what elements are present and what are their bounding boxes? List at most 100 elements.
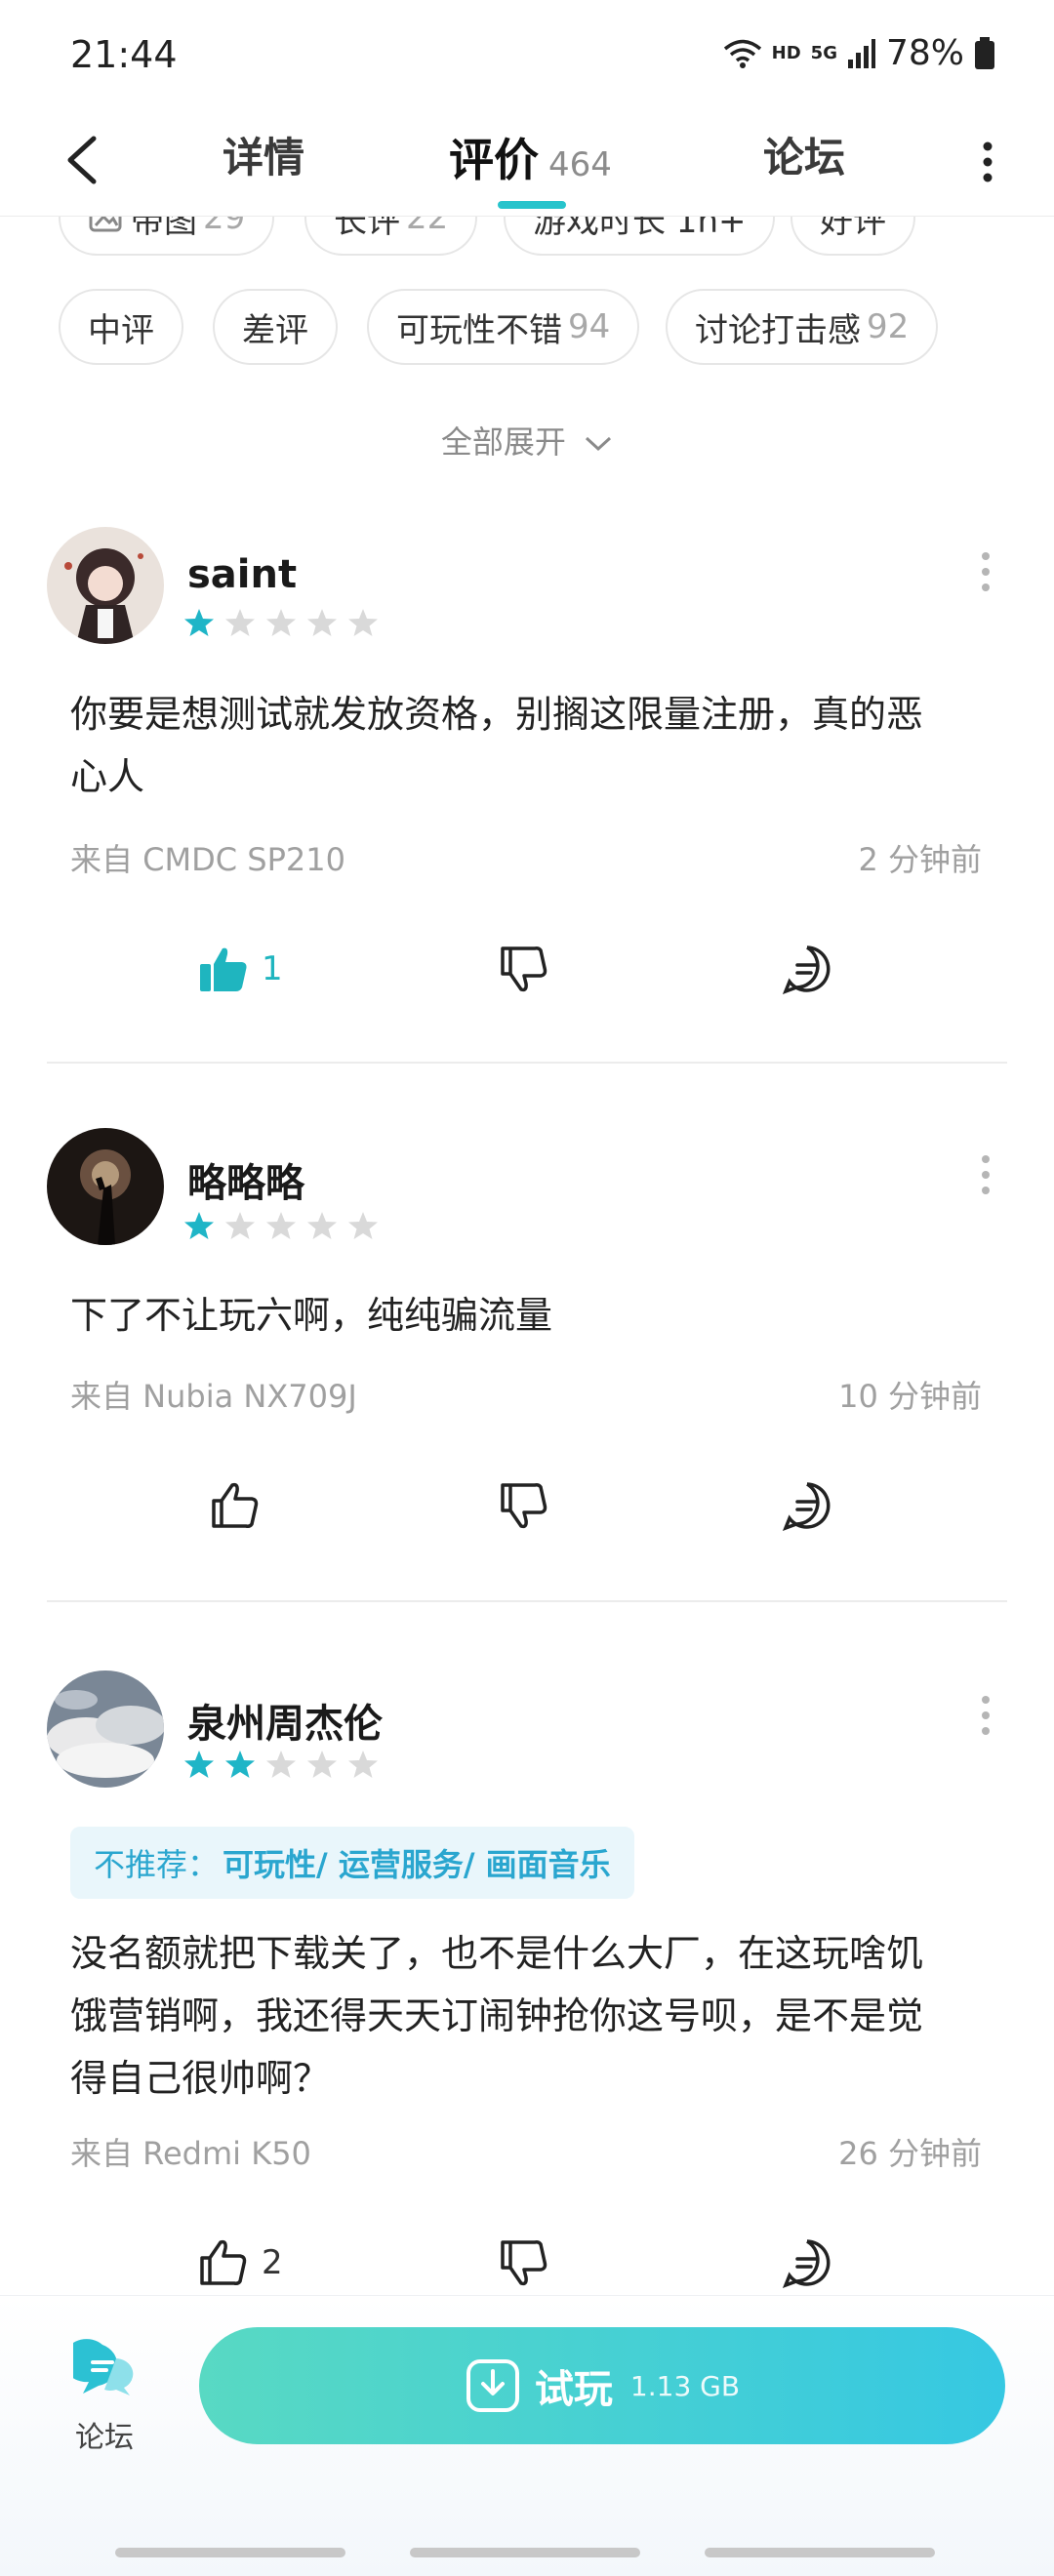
star-empty-icon	[348, 609, 378, 636]
username[interactable]: saint	[187, 552, 297, 597]
review-more-icon[interactable]	[980, 1694, 992, 1737]
star-filled-icon	[184, 1212, 214, 1239]
star-empty-icon	[348, 1212, 378, 1239]
tab-details[interactable]: 详情	[223, 125, 304, 184]
tag-neutral[interactable]: 中评	[59, 289, 183, 365]
review-more-icon[interactable]	[980, 1153, 992, 1196]
gesture-bar	[705, 2548, 935, 2557]
more-menu-icon[interactable]	[978, 133, 997, 191]
review-text[interactable]: 下了不让玩六啊，纯纯骗流量	[70, 1284, 988, 1347]
like-button[interactable]	[209, 1471, 273, 1540]
tab-forum[interactable]: 论坛	[763, 125, 845, 184]
not-recommend-items: 可玩性/ 运营服务/ 画面音乐	[223, 1846, 611, 1883]
expand-all-label: 全部展开	[440, 423, 566, 461]
star-empty-icon	[307, 1751, 337, 1778]
wifi-icon	[723, 39, 761, 68]
review-text-line: 饿营销啊，我还得天天订闹钟抢你这号呗，是不是觉	[70, 1994, 924, 2037]
username[interactable]: 略略略	[187, 1151, 304, 1208]
star-empty-icon	[307, 609, 337, 636]
avatar[interactable]	[47, 527, 164, 644]
top-nav: 详情 评价 464 论坛	[0, 107, 1054, 217]
review-count: 464	[548, 145, 612, 184]
star-empty-icon	[266, 1751, 296, 1778]
star-empty-icon	[225, 609, 255, 636]
thumbs-up-icon	[200, 2239, 247, 2285]
username[interactable]: 泉州周杰伦	[187, 1692, 383, 1749]
active-tab-indicator	[498, 201, 566, 209]
network-type: HD	[771, 43, 801, 63]
forum-chat-icon	[62, 2339, 134, 2395]
thumbs-up-icon	[212, 1482, 259, 1528]
forum-button[interactable]: 论坛	[51, 2331, 158, 2455]
play-size: 1.13 GB	[629, 2369, 741, 2402]
tag-label: 讨论打击感	[695, 310, 861, 350]
star-filled-icon	[184, 609, 214, 636]
like-button[interactable]: 2	[197, 2229, 283, 2297]
gesture-bar	[115, 2548, 345, 2557]
like-button[interactable]: 1	[197, 935, 283, 1003]
thumbs-down-icon	[501, 1483, 547, 1529]
review-text-line: 你要是想测试就发放资格，别搁这限量注册，真的恶	[70, 693, 924, 736]
star-empty-icon	[266, 609, 296, 636]
star-empty-icon	[225, 1212, 255, 1239]
review-actions: 1	[0, 935, 1054, 1013]
tag-playability[interactable]: 可玩性不错 94	[367, 289, 640, 365]
dislike-button[interactable]	[498, 935, 550, 1003]
signal-icon	[847, 38, 875, 68]
tag-count: 94	[568, 307, 611, 346]
tab-details-label: 详情	[223, 134, 305, 181]
chevron-down-icon	[586, 436, 612, 452]
tag-label: 差评	[242, 310, 308, 350]
like-count: 1	[262, 949, 283, 988]
star-filled-icon	[225, 1751, 255, 1778]
review-divider	[47, 1062, 1007, 1064]
thumbs-down-icon	[501, 2240, 547, 2286]
rating-stars	[183, 1210, 379, 1241]
comment-button[interactable]	[781, 935, 833, 1003]
dislike-button[interactable]	[498, 2229, 550, 2297]
tab-reviews[interactable]: 评价 464	[449, 125, 612, 189]
dislike-button[interactable]	[498, 1471, 550, 1540]
avatar[interactable]	[47, 1670, 164, 1788]
tag-negative[interactable]: 差评	[213, 289, 338, 365]
review-text-line: 得自己很帅啊？	[70, 2057, 331, 2100]
device-info: 来自 CMDC SP210	[70, 841, 345, 878]
comment-button[interactable]	[781, 2229, 833, 2297]
expand-all-button[interactable]: 全部展开	[0, 418, 1054, 463]
rating-stars	[183, 1749, 379, 1780]
comment-button[interactable]	[781, 1471, 833, 1540]
star-empty-icon	[307, 1212, 337, 1239]
bottom-action-bar: 论坛 试玩 1.13 GB	[0, 2295, 1054, 2576]
avatar[interactable]	[47, 1128, 164, 1245]
thumbs-up-filled-icon	[200, 947, 247, 991]
not-recommend-tags: 不推荐： 可玩性/ 运营服务/ 画面音乐	[70, 1827, 634, 1899]
status-bar: 21:44 HD 5G 78%	[0, 0, 1054, 107]
download-icon	[466, 2359, 519, 2412]
tab-reviews-label: 评价	[449, 134, 539, 186]
not-recommend-label: 不推荐：	[94, 1846, 220, 1883]
review-actions	[0, 1471, 1054, 1550]
gesture-bar	[410, 2548, 640, 2557]
comment-icon	[782, 2239, 831, 2288]
review-more-icon[interactable]	[980, 550, 992, 593]
comment-icon	[782, 946, 831, 994]
back-arrow-icon[interactable]	[55, 129, 113, 191]
status-time: 21:44	[70, 33, 178, 76]
tag-combat-feel[interactable]: 讨论打击感 92	[666, 289, 939, 365]
thumbs-down-icon	[501, 946, 547, 992]
review-time: 2 分钟前	[858, 841, 982, 878]
review-text[interactable]: 你要是想测试就发放资格，别搁这限量注册，真的恶 心人	[70, 683, 988, 808]
forum-label: 论坛	[75, 2421, 134, 2455]
trial-play-button[interactable]: 试玩 1.13 GB	[199, 2327, 1005, 2444]
star-filled-icon	[184, 1751, 214, 1778]
review-text-line: 没名额就把下载关了，也不是什么大厂，在这玩啥饥	[70, 1932, 924, 1975]
review-text-line: 下了不让玩六啊，纯纯骗流量	[70, 1294, 553, 1337]
review-text-line: 心人	[70, 755, 145, 798]
review-text[interactable]: 没名额就把下载关了，也不是什么大厂，在这玩啥饥 饿营销啊，我还得天天订闹钟抢你这…	[70, 1922, 988, 2110]
rating-stars	[183, 607, 379, 638]
play-label: 试玩	[534, 2367, 613, 2412]
like-count: 2	[262, 2243, 283, 2282]
review-time: 26 分钟前	[838, 2135, 982, 2172]
signal-type: 5G	[810, 43, 837, 63]
status-icons: HD 5G 78%	[723, 33, 995, 73]
